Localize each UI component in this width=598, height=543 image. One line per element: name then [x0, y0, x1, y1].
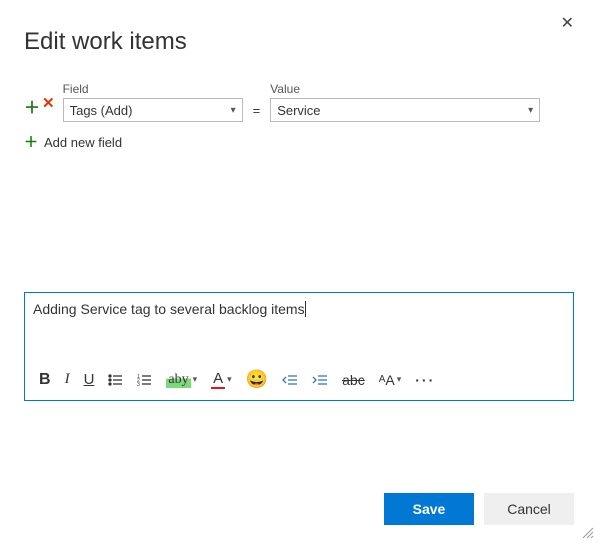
chevron-down-icon: ▾	[397, 374, 402, 385]
chevron-down-icon: ▾	[193, 374, 198, 385]
field-label: Field	[63, 82, 243, 96]
field-row: ＋ ✕ Field Tags (Add) ▾ = Value Service ▾	[24, 82, 574, 122]
rich-text-editor[interactable]: Adding Service tag to several backlog it…	[24, 292, 574, 401]
dialog-footer: Save Cancel	[384, 493, 574, 525]
add-new-field-label: Add new field	[44, 135, 122, 150]
emoji-button[interactable]: 😀	[246, 369, 268, 390]
plus-icon: ＋	[24, 132, 38, 152]
save-button[interactable]: Save	[384, 493, 474, 525]
bold-button[interactable]: B	[39, 371, 51, 389]
strikethrough-button[interactable]: abc	[342, 372, 365, 388]
font-size-button[interactable]: AA ▾	[379, 372, 402, 388]
indent-button[interactable]	[312, 373, 328, 387]
chevron-down-icon: ▾	[227, 374, 232, 385]
field-select[interactable]: Tags (Add) ▾	[63, 98, 243, 122]
outdent-button[interactable]	[282, 373, 298, 387]
more-button[interactable]: ···	[415, 372, 435, 388]
remove-row-icon[interactable]: ✕	[42, 94, 55, 118]
chevron-down-icon: ▾	[231, 105, 236, 116]
value-select-value: Service	[277, 103, 320, 118]
svg-text:3: 3	[137, 382, 140, 387]
highlight-button[interactable]: aby ▾	[166, 372, 197, 388]
number-list-button[interactable]: 123	[137, 373, 152, 387]
font-color-button[interactable]: A ▾	[211, 370, 232, 389]
bullet-list-button[interactable]	[108, 373, 123, 387]
row-actions: ＋ ✕	[24, 94, 55, 122]
value-label: Value	[270, 82, 540, 96]
value-select[interactable]: Service ▾	[270, 98, 540, 122]
italic-button[interactable]: I	[65, 371, 70, 388]
add-row-icon[interactable]: ＋	[24, 94, 40, 118]
underline-button[interactable]: U	[84, 371, 95, 388]
dialog-title: Edit work items	[24, 28, 574, 56]
chevron-down-icon: ▾	[528, 105, 533, 116]
cancel-button[interactable]: Cancel	[484, 493, 574, 525]
add-new-field-button[interactable]: ＋ Add new field	[24, 132, 574, 152]
field-select-value: Tags (Add)	[70, 103, 133, 118]
editor-content[interactable]: Adding Service tag to several backlog it…	[25, 293, 573, 363]
editor-toolbar: B I U 123 aby ▾ A ▾ 😀 ab	[25, 363, 573, 400]
close-icon[interactable]: ✕	[555, 12, 580, 34]
equals-sign: =	[251, 103, 263, 122]
resize-grip-icon[interactable]	[580, 525, 594, 539]
